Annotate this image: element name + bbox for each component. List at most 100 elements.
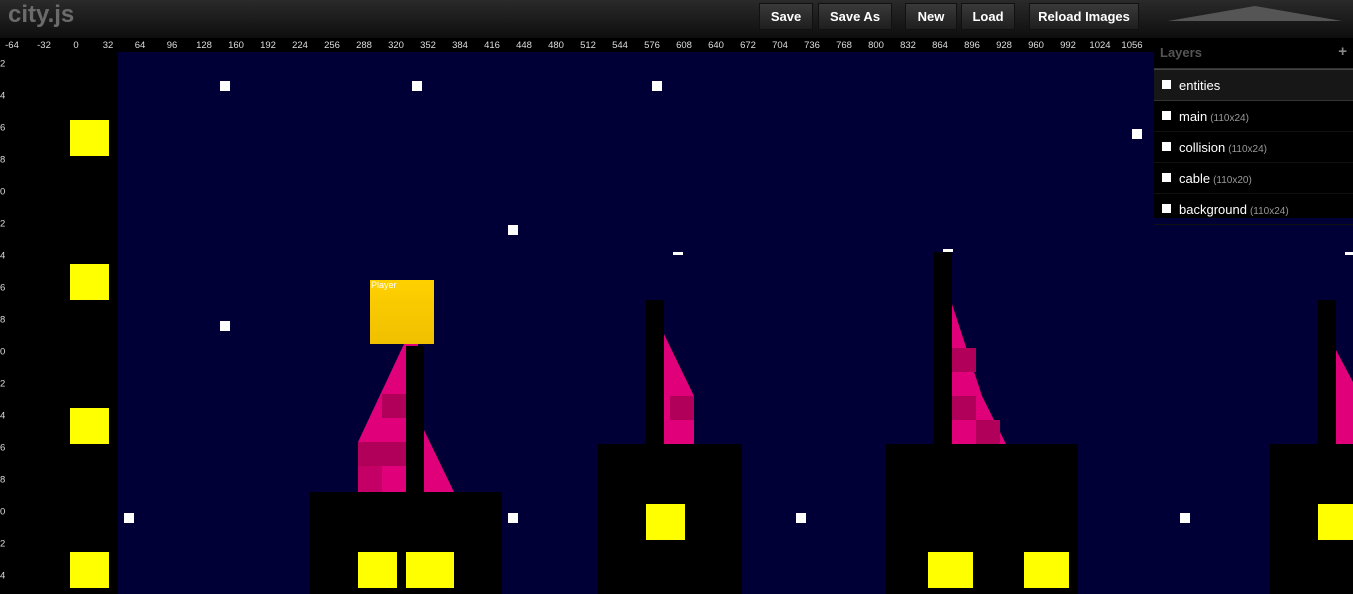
load-button[interactable]: Load — [961, 3, 1015, 30]
ruler-x-tick: 480 — [548, 40, 564, 51]
ruler-x-tick: 64 — [134, 40, 146, 51]
ruler-x-tick: 192 — [260, 40, 276, 51]
layers-header: Layers + — [1154, 38, 1353, 69]
window-tile — [358, 552, 397, 588]
layers-title: Layers — [1160, 45, 1202, 60]
layer-item-entities[interactable]: entities — [1154, 69, 1353, 101]
ruler-y-tick: 0 — [0, 506, 6, 518]
ruler-x-tick: 640 — [708, 40, 724, 51]
layer-name: collision — [1179, 140, 1226, 155]
window-tile — [70, 552, 109, 588]
ruler-y-tick: 8 — [0, 154, 6, 166]
ruler-x-tick: 768 — [836, 40, 852, 51]
ruler-x: -64 -32 0 32 64 96 128 160 192 224 256 288 320 352 384… — [0, 38, 1353, 52]
ruler-x-tick: 448 — [516, 40, 532, 51]
ruler-x-tick: 416 — [484, 40, 500, 51]
ruler-x-tick: 608 — [676, 40, 692, 51]
ruler-x-tick: 1024 — [1089, 40, 1111, 51]
ruler-x-tick: 384 — [452, 40, 468, 51]
save-button[interactable]: Save — [759, 3, 813, 30]
chimney — [1318, 300, 1336, 446]
layer-item-collision[interactable]: collision (110x24) — [1154, 132, 1353, 163]
ruler-y-tick: 2 — [0, 58, 6, 70]
ruler-x-tick: 96 — [166, 40, 178, 51]
star-marker — [124, 513, 134, 523]
ruler-x-tick: 352 — [420, 40, 436, 51]
add-layer-button[interactable]: + — [1338, 43, 1347, 60]
cable-marker — [673, 252, 683, 255]
cable-marker — [943, 249, 953, 252]
ruler-x-tick: 1056 — [1121, 40, 1143, 51]
ruler-x-tick: 800 — [868, 40, 884, 51]
ruler-x-tick: -64 — [5, 40, 19, 51]
ruler-x-tick: 992 — [1060, 40, 1076, 51]
ruler-x-tick: 512 — [580, 40, 596, 51]
ruler-x-tick: 704 — [772, 40, 788, 51]
layers-panel: Layers + entities main (110x24) collision… — [1154, 38, 1353, 225]
layer-size: (110x24) — [1228, 144, 1267, 155]
ruler-x-tick: 928 — [996, 40, 1012, 51]
layer-item-background[interactable]: background (110x24) — [1154, 194, 1353, 225]
flame-middle — [664, 334, 694, 444]
ruler-y-tick: 6 — [0, 282, 6, 294]
window-tile — [406, 552, 454, 588]
ruler-x-tick: 32 — [102, 40, 114, 51]
ruler-x-tick: 0 — [73, 40, 79, 51]
visibility-checkbox[interactable] — [1162, 80, 1171, 89]
new-button[interactable]: New — [905, 3, 957, 30]
layer-size: (110x20) — [1213, 175, 1252, 186]
zoom-slider-icon[interactable] — [1168, 6, 1342, 21]
ruler-y-tick: 8 — [0, 314, 6, 326]
ruler-y-tick: 4 — [0, 410, 6, 422]
chimney — [934, 252, 952, 446]
star-marker — [796, 513, 806, 523]
ruler-x-tick: 320 — [388, 40, 404, 51]
window-tile — [928, 552, 973, 588]
star-marker — [508, 513, 518, 523]
visibility-checkbox[interactable] — [1162, 142, 1171, 151]
ruler-x-tick: 864 — [932, 40, 948, 51]
layer-name: entities — [1179, 78, 1221, 93]
window-tile — [70, 264, 109, 300]
window-tile — [646, 504, 685, 540]
ruler-y-tick: 0 — [0, 186, 6, 198]
ruler-y-tick: 4 — [0, 570, 6, 582]
visibility-checkbox[interactable] — [1162, 111, 1171, 120]
reload-images-button[interactable]: Reload Images — [1029, 3, 1139, 30]
chimney — [406, 346, 424, 496]
star-marker — [1132, 129, 1142, 139]
ruler-x-tick: 736 — [804, 40, 820, 51]
star-marker — [412, 81, 422, 91]
ruler-x-tick: 224 — [292, 40, 308, 51]
ruler-x-tick: 128 — [196, 40, 212, 51]
layer-name: background — [1179, 202, 1247, 217]
star-marker — [652, 81, 662, 91]
star-marker — [1180, 513, 1190, 523]
app-title: city.js — [8, 1, 75, 28]
layer-item-cable[interactable]: cable (110x20) — [1154, 163, 1353, 194]
ruler-x-tick: -32 — [37, 40, 51, 51]
window-tile — [1024, 552, 1069, 588]
ruler-y-tick: 8 — [0, 474, 6, 486]
ruler-y-tick: 6 — [0, 122, 6, 134]
ruler-y-tick: 4 — [0, 250, 6, 262]
layer-item-main[interactable]: main (110x24) — [1154, 101, 1353, 132]
ruler-x-tick: 288 — [356, 40, 372, 51]
star-marker — [220, 321, 230, 331]
ruler-y-tick: 2 — [0, 538, 6, 550]
player-label: Player — [371, 280, 397, 290]
ruler-y-tick: 6 — [0, 442, 6, 454]
chimney — [646, 300, 664, 446]
flame-far-right — [1336, 350, 1353, 444]
ruler-y-tick: 2 — [0, 218, 6, 230]
window-tile — [70, 120, 109, 156]
visibility-checkbox[interactable] — [1162, 173, 1171, 182]
cable-marker — [1345, 252, 1353, 255]
visibility-checkbox[interactable] — [1162, 204, 1171, 213]
layer-size: (110x24) — [1210, 113, 1249, 124]
save-as-button[interactable]: Save As — [818, 3, 892, 30]
ruler-x-tick: 896 — [964, 40, 980, 51]
layer-name: main — [1179, 109, 1208, 124]
window-tile — [1318, 504, 1353, 540]
star-marker — [220, 81, 230, 91]
